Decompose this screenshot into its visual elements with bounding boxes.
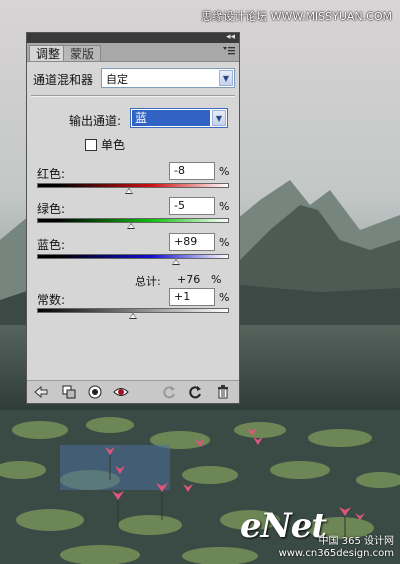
panel-title-strip[interactable]: ◂◂ (27, 31, 239, 43)
tab-masks[interactable]: 蒙版 (63, 45, 102, 61)
chevron-down-icon[interactable]: ▼ (219, 70, 233, 86)
monochrome-label: 单色 (101, 138, 126, 152)
blue-slider-thumb[interactable] (171, 259, 180, 265)
blue-value-input[interactable]: +89 (169, 233, 215, 251)
output-channel-label: 输出通道: (69, 114, 122, 128)
output-channel-value: 蓝 (132, 110, 210, 126)
view-previous-icon[interactable] (113, 384, 129, 400)
adjustment-title: 通道混和器 (33, 73, 94, 87)
green-slider-thumb[interactable] (126, 223, 135, 229)
constant-value-input[interactable]: +1 (169, 288, 215, 306)
red-label: 红色: (37, 167, 66, 181)
green-unit: % (219, 200, 230, 213)
watermark-bottom-title: 中国 365 设计网 (318, 536, 394, 547)
tab-adjustments[interactable]: 调整 (29, 45, 68, 61)
refresh-icon[interactable] (187, 384, 203, 400)
blue-slider-track[interactable] (37, 254, 229, 259)
total-label: 总计: (135, 275, 161, 288)
total-unit: % (211, 273, 222, 286)
clip-layer-icon[interactable] (61, 384, 77, 400)
preset-select[interactable]: 自定 ▼ (101, 68, 235, 88)
watermark-bottom: 中国 365 设计网 www.cn365design.com (279, 536, 394, 560)
checkbox-box[interactable] (85, 138, 97, 151)
chevron-down-icon[interactable]: ▼ (212, 110, 226, 126)
trash-icon[interactable] (215, 384, 231, 400)
blue-unit: % (219, 236, 230, 249)
preset-value: 自定 (106, 73, 128, 86)
panel-menu-icon[interactable] (223, 46, 235, 59)
constant-slider-thumb[interactable] (129, 313, 138, 319)
red-value-input[interactable]: -8 (169, 162, 215, 180)
red-unit: % (219, 165, 230, 178)
divider (31, 95, 235, 96)
eye-visibility-icon[interactable] (87, 384, 103, 400)
adjustments-panel: ◂◂ 调整 蒙版 通道混和器 自定 ▼ 输出通道: 蓝 ▼ 单色 红色: -8 … (26, 32, 240, 404)
green-label: 绿色: (37, 202, 66, 216)
total-value: +76 (177, 273, 201, 286)
collapse-icon[interactable]: ◂◂ (226, 31, 235, 43)
back-arrow-icon[interactable] (33, 384, 49, 400)
monochrome-checkbox[interactable]: 单色 (85, 136, 125, 153)
watermark-top: 思缘设计论坛 WWW.MISSYUAN.COM (201, 10, 392, 23)
green-value-input[interactable]: -5 (169, 197, 215, 215)
watermark-bottom-url: www.cn365design.com (278, 548, 394, 559)
panel-tabs: 调整 蒙版 (27, 43, 239, 62)
constant-label: 常数: (37, 293, 66, 307)
constant-unit: % (219, 291, 230, 304)
reset-icon[interactable] (161, 384, 177, 400)
red-slider-thumb[interactable] (125, 188, 134, 194)
output-channel-select[interactable]: 蓝 ▼ (130, 108, 228, 128)
blue-label: 蓝色: (37, 238, 66, 252)
panel-toolbar (27, 380, 239, 403)
